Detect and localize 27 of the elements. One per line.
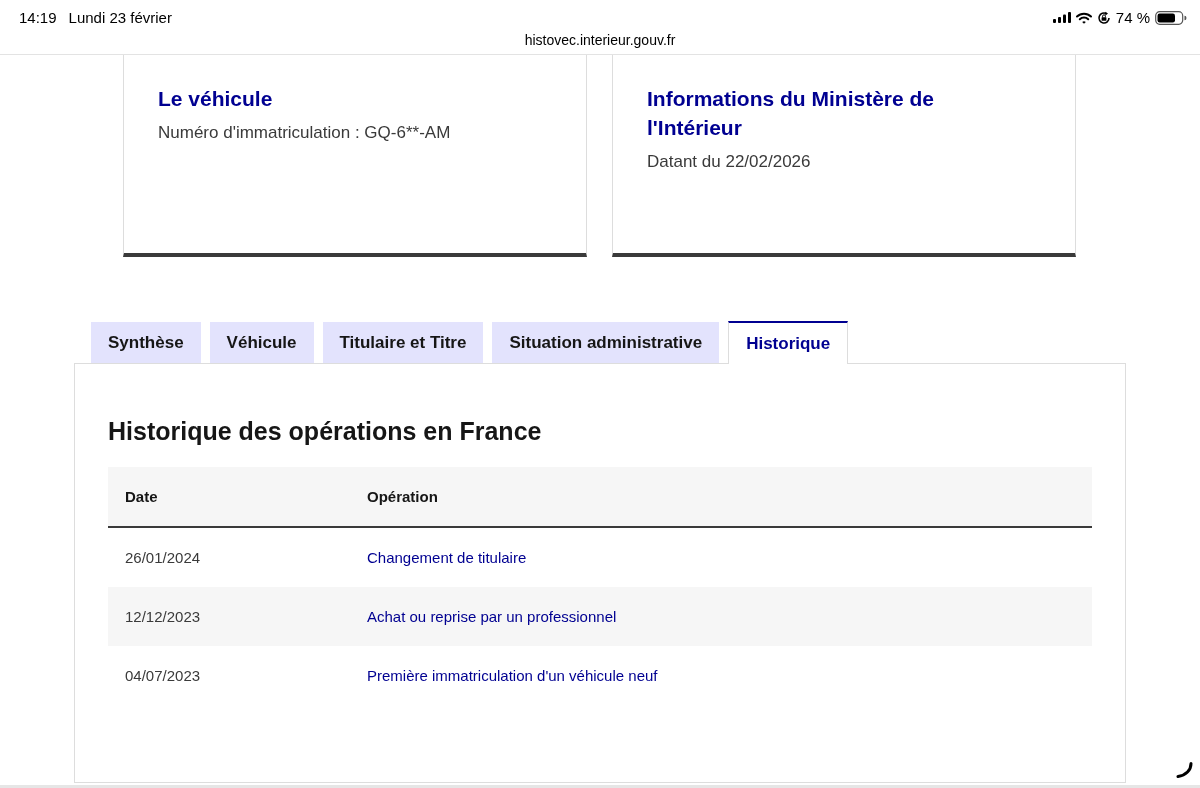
- card-title: Informations du Ministère de l'Intérieur: [647, 86, 936, 141]
- tab[interactable]: Situation administrative: [492, 322, 720, 363]
- tab[interactable]: Véhicule: [209, 322, 314, 363]
- battery-icon: [1155, 10, 1187, 25]
- date-cell: 12/12/2023: [108, 587, 350, 646]
- battery-percent: 74 %: [1115, 9, 1150, 26]
- column-header: Opération: [350, 467, 1092, 527]
- operation-cell: Achat ou reprise par un professionnel: [350, 587, 1092, 646]
- wifi-icon: [1075, 11, 1092, 24]
- card-text: Datant du 22/02/2026: [647, 151, 812, 173]
- tab[interactable]: Historique: [728, 321, 849, 364]
- curved-stroke-icon: [1176, 762, 1193, 778]
- rotation-lock-icon: [1096, 10, 1111, 25]
- column-header: Date: [108, 467, 350, 527]
- tab[interactable]: Titulaire et Titre: [322, 322, 484, 363]
- signal-icon: [1052, 12, 1071, 23]
- operation-cell: Première immatriculation d'un véhicule neuf: [350, 646, 1092, 705]
- address-url[interactable]: histovec.interieur.gouv.fr: [524, 32, 676, 48]
- tab[interactable]: Synthèse: [91, 322, 201, 363]
- date-cell: 26/01/2024: [108, 527, 350, 587]
- card-title: Le véhicule: [158, 86, 274, 112]
- status-time: 14:19: [19, 9, 57, 26]
- panel-heading: Historique des opérations en France: [108, 416, 542, 447]
- card-text: Numéro d'immatriculation : GQ-6**-AM: [158, 122, 452, 144]
- operation-cell: Changement de titulaire: [350, 527, 1092, 587]
- status-date: Lundi 23 février: [68, 9, 172, 26]
- date-cell: 04/07/2023: [108, 646, 350, 705]
